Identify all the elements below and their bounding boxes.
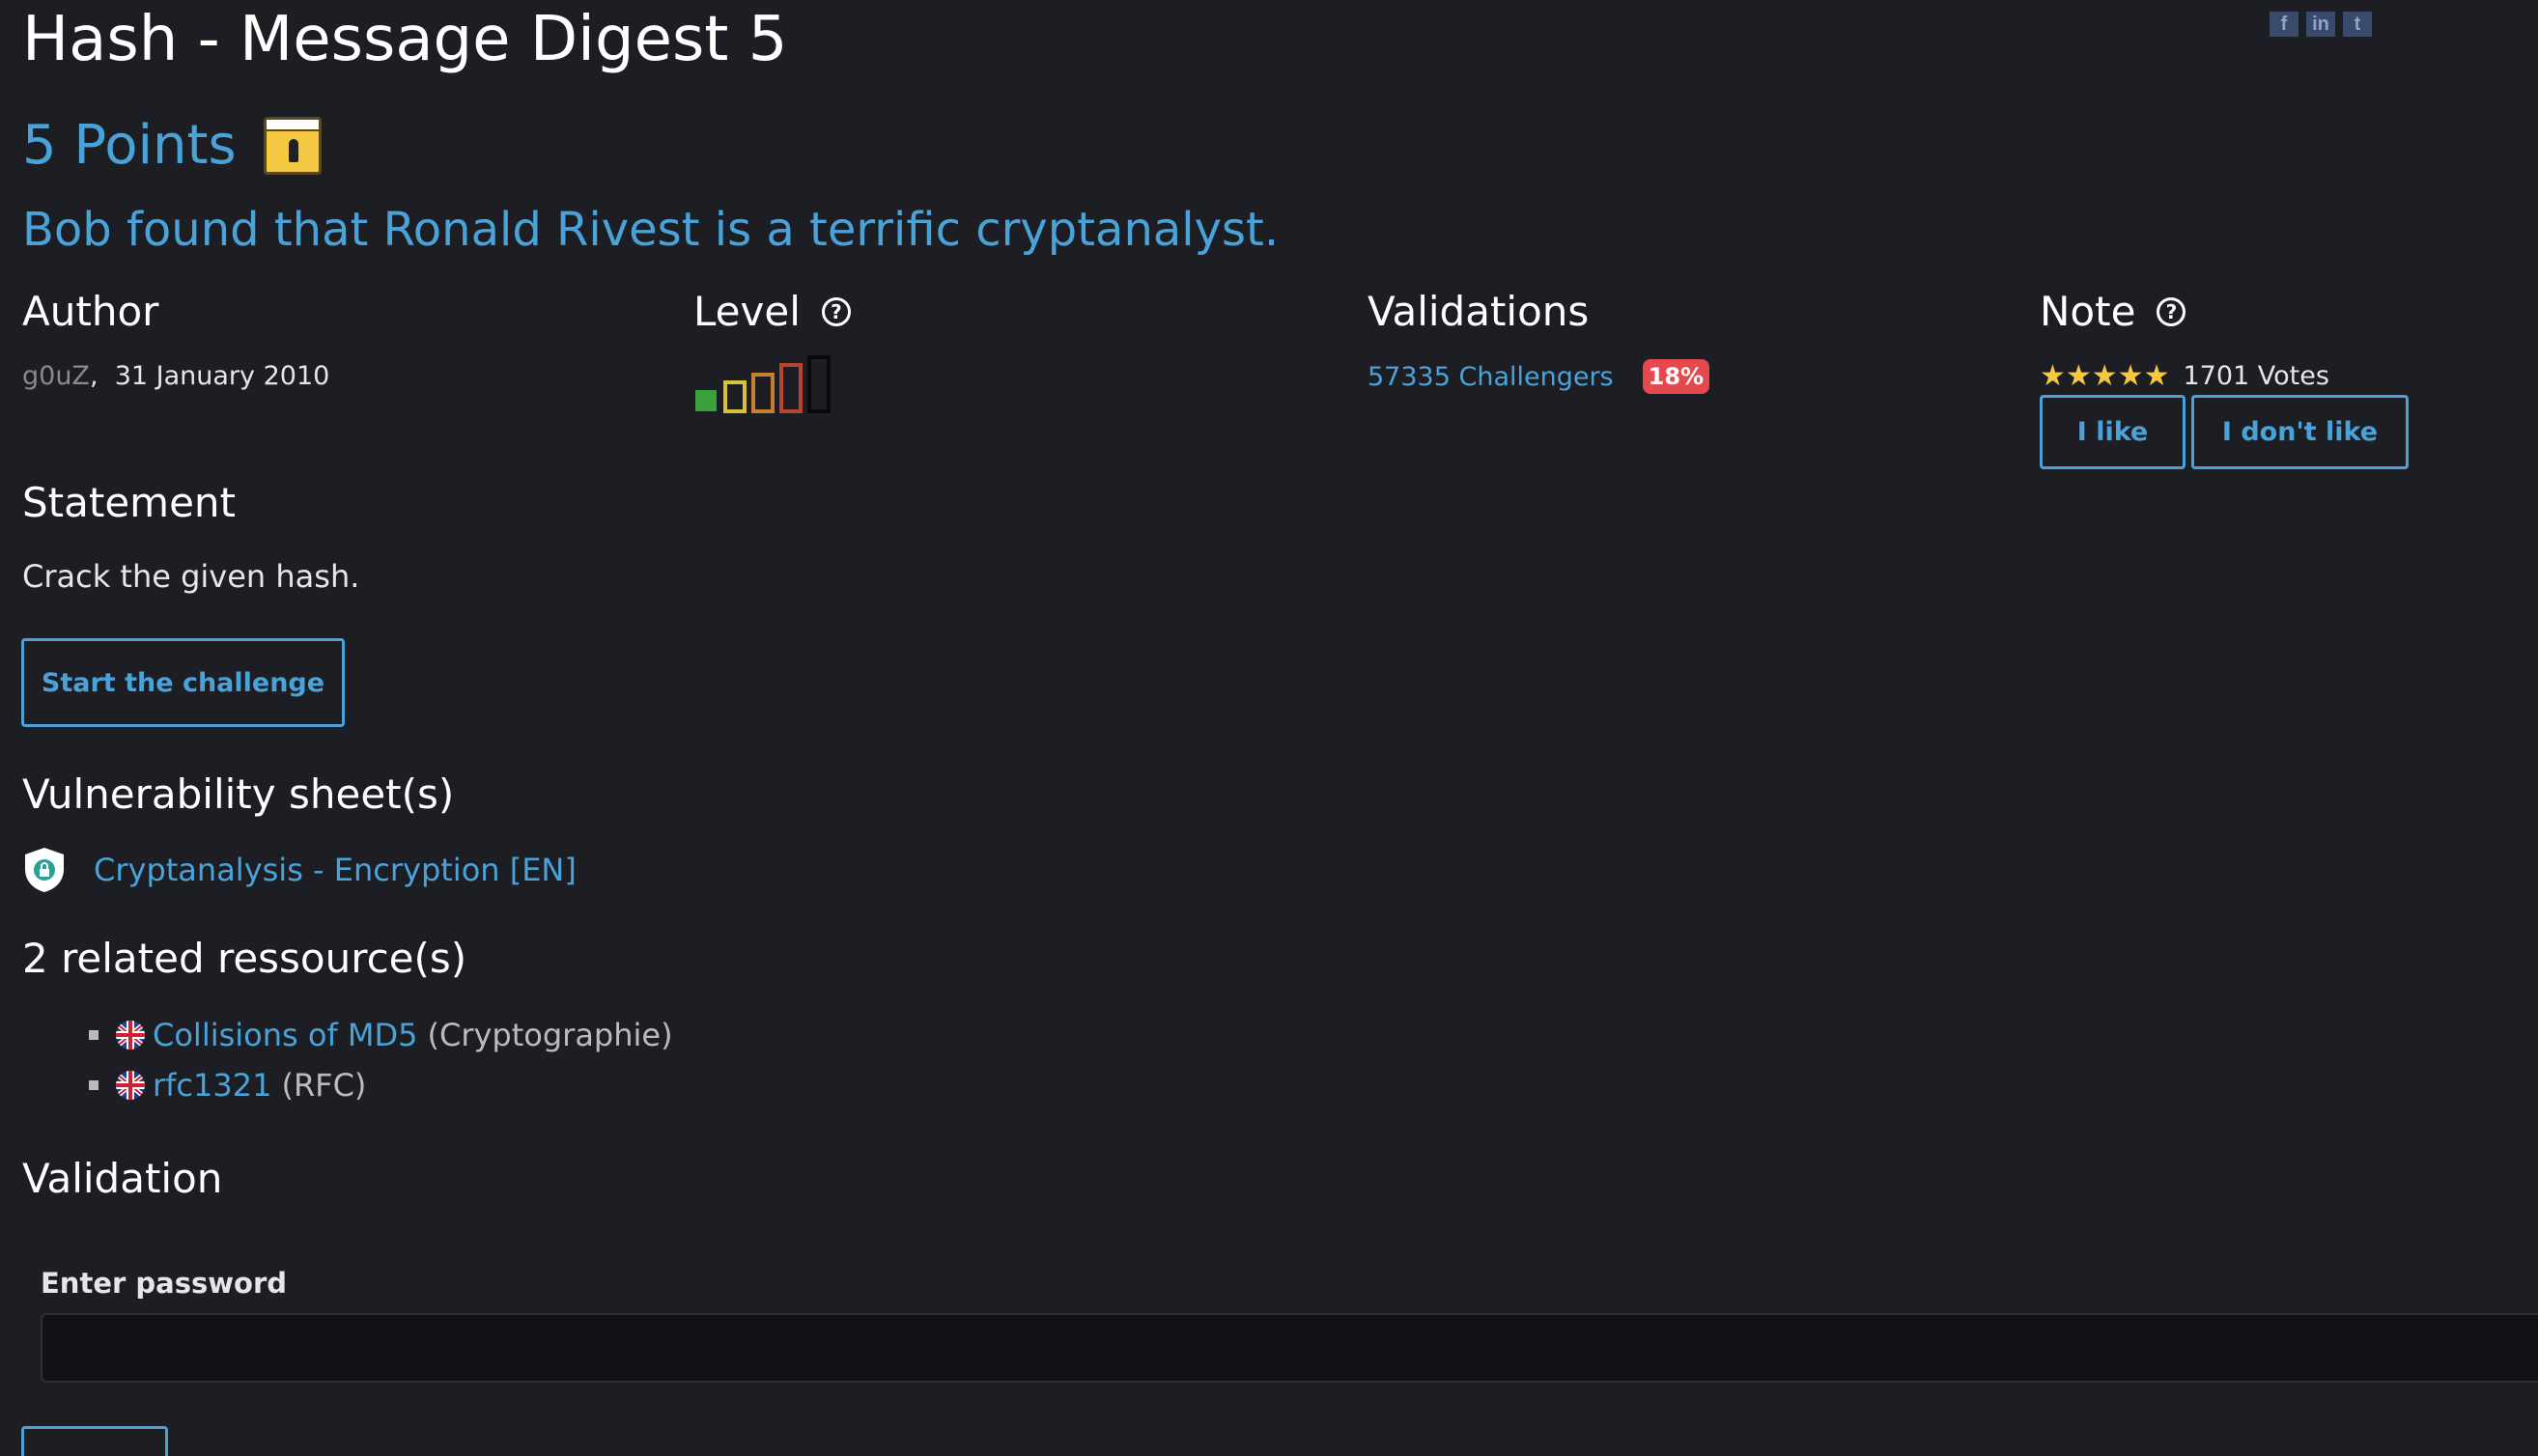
rating-info: ★★★★★ 1701 Votes	[2040, 359, 2329, 393]
resource-type: (RFC)	[281, 1067, 367, 1104]
linkedin-icon[interactable]: in	[2306, 12, 2335, 37]
success-rate-badge: 18%	[1642, 359, 1710, 394]
bullet	[89, 1080, 99, 1090]
vulnerability-item[interactable]: Cryptanalysis - Encryption [EN]	[22, 846, 577, 894]
social-share-bar: f in t	[2270, 12, 2372, 37]
level-bar-5	[807, 355, 831, 413]
points-row: 5 Points	[22, 114, 322, 177]
resources-heading: 2 related ressource(s)	[22, 935, 467, 982]
level-bar-3	[751, 373, 775, 413]
resource-link[interactable]: Collisions of MD5	[153, 1017, 417, 1053]
validations-heading: Validations	[1368, 288, 1589, 335]
resource-type: (Cryptographie)	[427, 1017, 673, 1053]
challenge-page: f in t Hash - Message Digest 5 5 Points …	[0, 0, 2538, 1456]
statement-heading: Statement	[22, 479, 237, 526]
validation-heading: Validation	[22, 1155, 223, 1202]
uk-flag-icon	[116, 1021, 145, 1050]
author-heading-label: Author	[22, 288, 159, 335]
list-item: rfc1321 (RFC)	[89, 1060, 673, 1110]
level-heading-label: Level	[693, 288, 801, 335]
padlock-window-icon	[263, 116, 322, 175]
uk-flag-icon	[116, 1071, 145, 1100]
vulnerability-link[interactable]: Cryptanalysis - Encryption [EN]	[94, 852, 577, 888]
resource-link[interactable]: rfc1321	[153, 1067, 271, 1104]
note-heading: Note ?	[2040, 288, 2186, 335]
difficulty-level-indicator	[695, 355, 831, 413]
help-icon[interactable]: ?	[2157, 296, 2186, 326]
statement-text: Crack the given hash.	[22, 558, 360, 595]
votes-count: 1701 Votes	[2183, 361, 2329, 391]
author-separator: ,	[89, 361, 99, 391]
facebook-icon[interactable]: f	[2270, 12, 2298, 37]
author-info: g0uZ, 31 January 2010	[22, 361, 329, 391]
submit-button[interactable]	[21, 1426, 168, 1456]
bullet	[89, 1030, 99, 1040]
validations-heading-label: Validations	[1368, 288, 1590, 335]
challengers-link[interactable]: 57335 Challengers	[1368, 362, 1614, 392]
twitter-icon[interactable]: t	[2343, 12, 2372, 37]
points-value: 5 Points	[22, 114, 237, 177]
star-rating-icon: ★★★★★	[2040, 359, 2170, 393]
level-bar-2	[723, 380, 747, 413]
author-name-link[interactable]: g0uZ	[22, 361, 90, 391]
level-bar-4	[779, 363, 803, 413]
vulnerability-heading: Vulnerability sheet(s)	[22, 770, 455, 818]
validations-info: 57335 Challengers 18%	[1368, 359, 1710, 394]
page-title: Hash - Message Digest 5	[22, 4, 788, 75]
like-button[interactable]: I like	[2040, 395, 2186, 469]
password-input[interactable]	[41, 1313, 2538, 1383]
level-heading: Level ?	[693, 288, 851, 335]
shield-lock-icon	[25, 848, 64, 892]
challenge-subtitle: Bob found that Ronald Rivest is a terrif…	[22, 203, 1280, 257]
list-item: Collisions of MD5 (Cryptographie)	[89, 1010, 673, 1060]
author-date: 31 January 2010	[114, 361, 330, 391]
help-icon[interactable]: ?	[821, 296, 851, 326]
password-label: Enter password	[41, 1267, 288, 1300]
level-bar-1	[695, 390, 717, 411]
note-heading-label: Note	[2040, 288, 2136, 335]
dislike-button[interactable]: I don't like	[2191, 395, 2409, 469]
author-heading: Author	[22, 288, 158, 335]
resources-list: Collisions of MD5 (Cryptographie) rfc132…	[89, 1010, 673, 1110]
start-challenge-button[interactable]: Start the challenge	[21, 638, 345, 727]
